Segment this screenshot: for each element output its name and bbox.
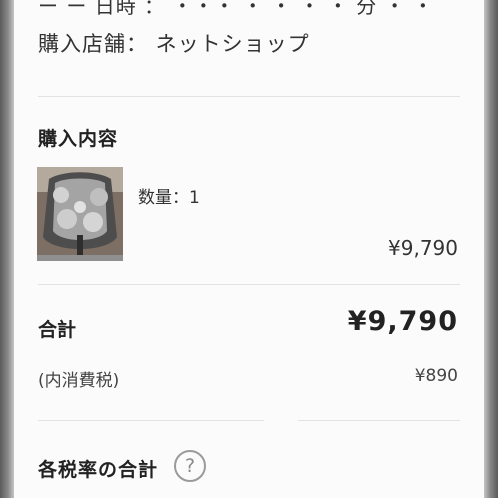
tax-included-value: ¥890 [414,366,458,386]
vest-image-icon [37,167,123,261]
help-icon[interactable]: ? [174,450,206,482]
total-value: ¥9,790 [347,306,458,337]
cut-off-line: ー ー 日時 ： ・・・ ・ ・ ・ ・ 分 ・ ・ [38,0,434,18]
divider-3b [298,420,460,421]
product-thumbnail[interactable] [37,167,123,261]
item-price: ¥9,790 [388,236,458,260]
divider-3a [38,420,264,421]
divider-1 [38,96,460,97]
purchase-contents-title: 購入内容 [38,128,119,150]
tax-rate-total-title: 各税率の合計 [38,459,159,481]
divider-2 [38,284,460,285]
tax-included-label: (内消費税) [38,371,120,391]
purchase-shop: 購入店舗： ネットショップ [38,32,310,56]
total-label: 合計 [38,319,77,341]
item-quantity: 数量：1 [138,188,200,208]
